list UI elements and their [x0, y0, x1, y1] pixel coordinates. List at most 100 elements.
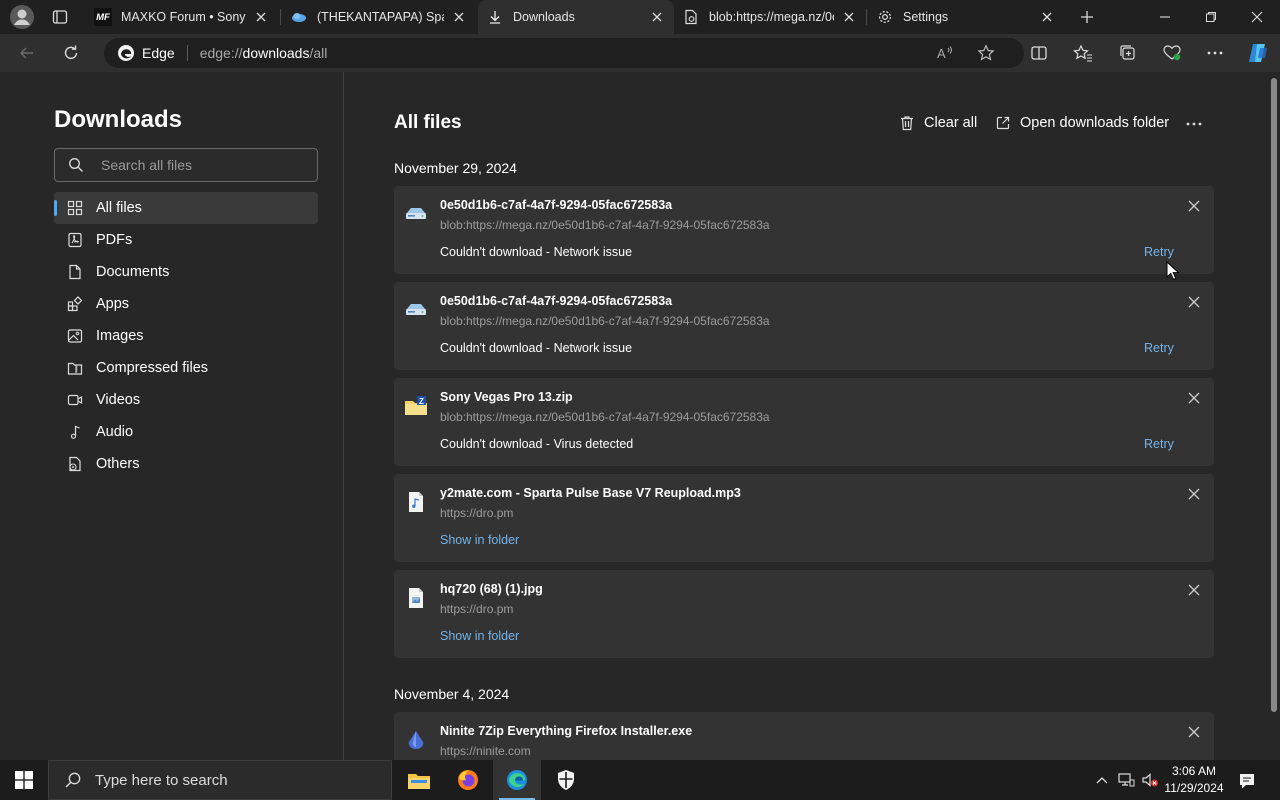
scrollbar-thumb[interactable]	[1271, 78, 1277, 712]
date-heading: November 29, 2024	[394, 160, 517, 176]
audio-file-icon	[404, 490, 428, 514]
retry-link[interactable]: Retry	[1144, 437, 1174, 451]
volume-muted-icon[interactable]	[1140, 770, 1160, 790]
file-explorer-icon[interactable]	[395, 760, 443, 800]
tab-thekantapapa[interactable]: (THEKANTAPAPA) Sparta	[282, 0, 476, 34]
new-tab-plus-icon[interactable]	[1074, 4, 1100, 30]
image-icon	[66, 327, 84, 345]
close-icon[interactable]	[1184, 484, 1204, 504]
close-icon[interactable]	[1184, 722, 1204, 742]
cloud-favicon-icon	[290, 8, 308, 26]
close-icon[interactable]	[1184, 196, 1204, 216]
collections-icon[interactable]	[1112, 39, 1142, 67]
sidebar-item-label: Apps	[96, 296, 130, 312]
windows-security-icon[interactable]	[542, 760, 590, 800]
notification-center-icon[interactable]	[1236, 770, 1258, 792]
read-aloud-icon[interactable]: A	[934, 41, 958, 65]
download-status: Couldn't download - Virus detected	[440, 437, 634, 451]
network-icon[interactable]	[1116, 770, 1136, 790]
file-name[interactable]: Sony Vegas Pro 13.zip	[440, 390, 573, 404]
tab-title: Downloads	[513, 10, 575, 24]
open-downloads-folder-button[interactable]: Open downloads folder	[994, 114, 1169, 132]
sidebar-item-documents[interactable]: Documents	[54, 256, 318, 288]
tab-downloads[interactable]: Downloads	[478, 0, 674, 34]
tab-maxko-forum[interactable]: MF MAXKO Forum • Sony Ve	[86, 0, 278, 34]
trash-icon	[898, 114, 916, 132]
favorites-icon[interactable]	[1068, 39, 1098, 67]
windows-start-icon[interactable]	[0, 760, 48, 800]
clear-all-label: Clear all	[924, 115, 978, 131]
sidebar-item-pdfs[interactable]: PDFs	[54, 224, 318, 256]
show-in-folder-link[interactable]: Show in folder	[440, 533, 519, 547]
more-options-icon[interactable]	[1200, 39, 1230, 67]
tab-mega-blob[interactable]: blob:https://mega.nz/0e5	[674, 0, 866, 34]
download-item[interactable]: Z Sony Vegas Pro 13.zip blob:https://meg…	[394, 378, 1214, 466]
edge-identity-chip[interactable]: Edge	[116, 43, 175, 63]
sidebar-item-apps[interactable]: Apps	[54, 288, 318, 320]
show-in-folder-link[interactable]: Show in folder	[440, 629, 519, 643]
firefox-icon[interactable]	[444, 760, 492, 800]
music-note-icon	[66, 423, 84, 441]
close-tab-icon[interactable]	[648, 8, 666, 26]
file-name[interactable]: Ninite 7Zip Everything Firefox Installer…	[440, 724, 692, 738]
search-icon	[67, 156, 85, 174]
refresh-icon[interactable]	[56, 39, 86, 67]
profile-avatar-icon[interactable]	[8, 4, 36, 30]
tab-settings[interactable]: Settings	[868, 0, 1064, 34]
sidebar-item-others[interactable]: Others	[54, 448, 318, 480]
sidebar-item-images[interactable]: Images	[54, 320, 318, 352]
download-item[interactable]: 0e50d1b6-c7af-4a7f-9294-05fac672583a blo…	[394, 186, 1214, 274]
sidebar-item-label: Others	[96, 456, 140, 472]
window-close-icon[interactable]	[1234, 0, 1280, 34]
minimize-icon[interactable]	[1142, 0, 1188, 34]
restore-icon[interactable]	[1188, 0, 1234, 34]
address-bar[interactable]: Edge edge://downloads/all A	[104, 38, 1024, 68]
url-text[interactable]: edge://downloads/all	[200, 45, 328, 61]
more-options-icon[interactable]	[1180, 110, 1208, 138]
close-icon[interactable]	[1184, 580, 1204, 600]
file-name[interactable]: y2mate.com - Sparta Pulse Base V7 Reuplo…	[440, 486, 741, 500]
clear-all-button[interactable]: Clear all	[898, 114, 977, 132]
download-item[interactable]: 0e50d1b6-c7af-4a7f-9294-05fac672583a blo…	[394, 282, 1214, 370]
browser-essentials-icon[interactable]	[1157, 39, 1187, 67]
download-status: Couldn't download - Network issue	[440, 245, 633, 259]
installer-icon	[404, 728, 428, 752]
drive-icon	[404, 298, 428, 322]
search-box[interactable]	[54, 148, 318, 182]
close-icon[interactable]	[1184, 388, 1204, 408]
copilot-icon[interactable]	[1243, 39, 1273, 67]
tab-title: (THEKANTAPAPA) Sparta	[317, 10, 444, 24]
file-name[interactable]: 0e50d1b6-c7af-4a7f-9294-05fac672583a	[440, 294, 672, 308]
close-tab-icon[interactable]	[450, 8, 468, 26]
taskbar-clock[interactable]: 3:06 AM 11/29/2024	[1160, 763, 1228, 797]
add-favorite-star-icon[interactable]	[974, 41, 998, 65]
sidebar-item-compressed-files[interactable]: Compressed files	[54, 352, 318, 384]
clock-time: 3:06 AM	[1171, 764, 1217, 778]
retry-link[interactable]: Retry	[1144, 341, 1174, 355]
download-item[interactable]: Ninite 7Zip Everything Firefox Installer…	[394, 712, 1214, 760]
download-item[interactable]: hq720 (68) (1).jpg https://dro.pm Show i…	[394, 570, 1214, 658]
page-link-favicon-icon	[682, 8, 700, 26]
split-screen-icon[interactable]	[1024, 39, 1054, 67]
archive-icon	[66, 359, 84, 377]
sidebar-item-all-files[interactable]: All files	[54, 192, 318, 224]
file-name[interactable]: 0e50d1b6-c7af-4a7f-9294-05fac672583a	[440, 198, 672, 212]
retry-link[interactable]: Retry	[1144, 245, 1174, 259]
tab-actions-icon[interactable]	[46, 4, 74, 30]
downloads-page: Downloads All files PDFs Documents	[0, 72, 1280, 760]
edge-taskbar-icon[interactable]	[493, 760, 541, 800]
sidebar-item-audio[interactable]: Audio	[54, 416, 318, 448]
page-scrollbar[interactable]	[1268, 72, 1280, 760]
sidebar-item-videos[interactable]: Videos	[54, 384, 318, 416]
close-tab-icon[interactable]	[840, 8, 858, 26]
close-tab-icon[interactable]	[1038, 8, 1056, 26]
file-name[interactable]: hq720 (68) (1).jpg	[440, 582, 543, 596]
back-arrow-icon[interactable]	[12, 39, 42, 67]
close-tab-icon[interactable]	[252, 8, 270, 26]
chevron-up-icon[interactable]	[1092, 770, 1112, 790]
search-input[interactable]	[99, 156, 317, 174]
taskbar-search-box[interactable]: Type here to search	[48, 760, 392, 800]
close-icon[interactable]	[1184, 292, 1204, 312]
others-icon	[66, 455, 84, 473]
download-item[interactable]: y2mate.com - Sparta Pulse Base V7 Reuplo…	[394, 474, 1214, 562]
